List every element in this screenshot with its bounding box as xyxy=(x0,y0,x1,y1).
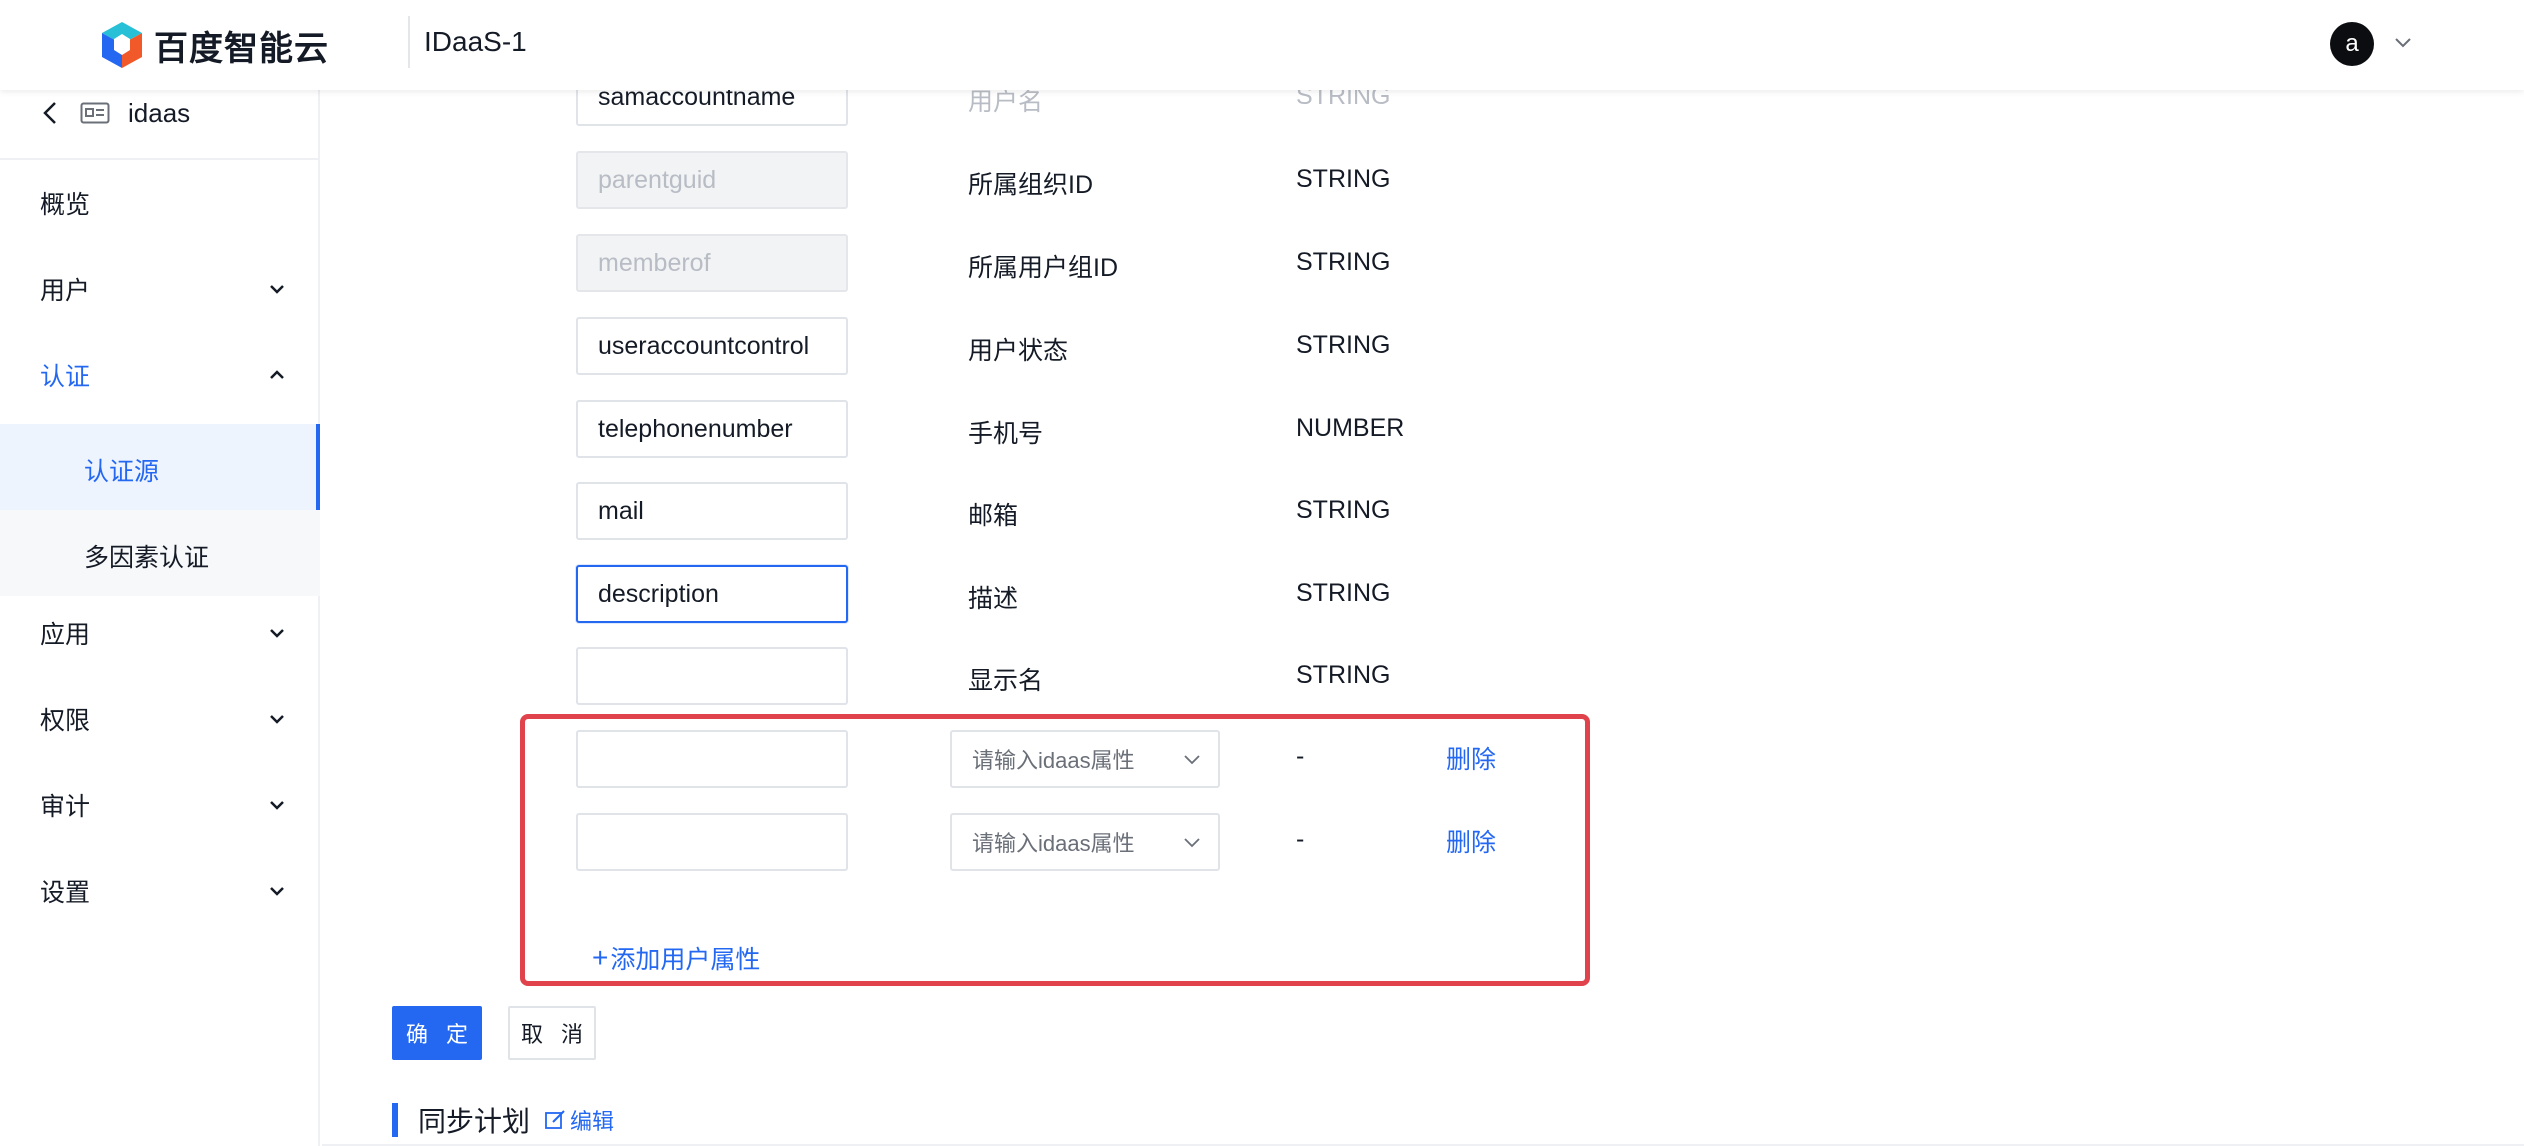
attr-type: STRING xyxy=(1296,331,1391,359)
mapping-row: memberof 所属用户组ID STRING xyxy=(322,234,1622,294)
attr-type: STRING xyxy=(1296,661,1391,689)
sidebar-item-users[interactable]: 用户 xyxy=(0,246,318,332)
idaas-attr-select[interactable]: 请输入idaas属性 xyxy=(950,813,1220,871)
ldap-attr-input[interactable] xyxy=(576,730,848,788)
mapping-row: useraccountcontrol 用户状态 STRING xyxy=(322,317,1622,377)
sidebar-item-apps[interactable]: 应用 xyxy=(0,590,318,676)
attr-type: - xyxy=(1296,742,1305,770)
select-placeholder: 请输入idaas属性 xyxy=(972,748,1135,773)
sidebar-title: idaas xyxy=(128,97,191,128)
idaas-attr-label: 手机号 xyxy=(968,420,1044,448)
ldap-attr-input[interactable]: useraccountcontrol xyxy=(576,317,848,375)
brand-logo[interactable]: 百度智能云 xyxy=(98,20,329,70)
plus-icon: + xyxy=(592,942,609,973)
active-indicator xyxy=(316,424,320,510)
ldap-attr-input[interactable]: samaccountname xyxy=(576,90,848,126)
chevron-down-icon xyxy=(270,715,284,724)
edit-icon xyxy=(545,1110,565,1129)
sidebar-back[interactable]: idaas xyxy=(40,98,190,128)
sidebar-item-auth[interactable]: 认证 xyxy=(0,332,318,418)
sidebar-item-mfa[interactable]: 多因素认证 xyxy=(0,510,320,596)
mapping-row: mail 邮箱 STRING xyxy=(322,482,1622,542)
idaas-attr-label: 所属组织ID xyxy=(968,171,1094,199)
back-arrow-icon[interactable] xyxy=(40,100,62,126)
confirm-button[interactable]: 确 定 xyxy=(392,1006,482,1060)
idaas-attr-label: 用户状态 xyxy=(968,337,1069,365)
idaas-attr-label: 邮箱 xyxy=(968,502,1019,530)
custom-mapping-row: 请输入idaas属性 - 删除 xyxy=(322,730,1622,790)
avatar[interactable]: a xyxy=(2330,22,2374,66)
select-placeholder: 请输入idaas属性 xyxy=(972,831,1135,856)
section-title: 同步计划 xyxy=(418,1106,531,1137)
edit-label: 编辑 xyxy=(570,1109,615,1134)
idaas-attr-label: 所属用户组ID xyxy=(968,254,1119,282)
sidebar-item-label: 认证 xyxy=(40,363,91,391)
sidebar-item-label: 设置 xyxy=(40,879,91,907)
sidebar-item-label: 审计 xyxy=(40,793,91,821)
sidebar-item-permissions[interactable]: 权限 xyxy=(0,676,318,762)
idaas-attr-select[interactable]: 请输入idaas属性 xyxy=(950,730,1220,788)
ldap-attr-input[interactable] xyxy=(576,647,848,705)
id-card-icon xyxy=(80,102,110,124)
header-divider xyxy=(408,16,410,68)
sidebar-item-label: 多因素认证 xyxy=(84,544,210,572)
mapping-row: 显示名 STRING xyxy=(322,647,1622,707)
section-accent-bar xyxy=(392,1103,398,1137)
brand-name: 百度智能云 xyxy=(154,29,329,68)
attr-type: STRING xyxy=(1296,496,1391,524)
main-content: samaccountname 用户名 STRING parentguid 所属组… xyxy=(322,90,2524,1146)
product-name: IDaaS-1 xyxy=(424,26,527,57)
mapping-row: samaccountname 用户名 STRING xyxy=(322,90,1622,128)
mapping-row: parentguid 所属组织ID STRING xyxy=(322,151,1622,211)
chevron-down-icon xyxy=(1184,838,1200,848)
attr-type: NUMBER xyxy=(1296,414,1405,442)
sidebar-item-label: 应用 xyxy=(40,621,91,649)
chevron-up-icon xyxy=(270,370,284,379)
delete-link[interactable]: 删除 xyxy=(1446,823,1496,859)
sidebar-item-label: 用户 xyxy=(40,277,91,305)
ldap-attr-input[interactable]: description xyxy=(576,565,848,623)
idaas-attr-label: 描述 xyxy=(968,585,1019,613)
sidebar-item-overview[interactable]: 概览 xyxy=(0,160,318,246)
sidebar-item-label: 认证源 xyxy=(84,458,160,486)
attr-type: STRING xyxy=(1296,579,1391,607)
delete-link[interactable]: 删除 xyxy=(1446,740,1496,776)
chevron-down-icon xyxy=(270,801,284,810)
mapping-row: description 描述 STRING xyxy=(322,565,1622,625)
chevron-down-icon xyxy=(270,629,284,638)
cancel-button[interactable]: 取 消 xyxy=(508,1006,596,1060)
sidebar: idaas 概览 用户 认证 认证源 多因素认证 应用 权限 审计 设置 xyxy=(0,90,320,1146)
baidu-cloud-logo-icon xyxy=(102,22,142,68)
chevron-down-icon xyxy=(270,285,284,294)
edit-link[interactable]: 编辑 xyxy=(544,1104,614,1136)
attr-type: STRING xyxy=(1296,165,1391,193)
add-attribute-label: 添加用户属性 xyxy=(610,946,761,974)
idaas-attr-label: 显示名 xyxy=(968,667,1044,695)
ldap-attr-input[interactable]: telephonenumber xyxy=(576,400,848,458)
ldap-attr-input: parentguid xyxy=(576,151,848,209)
custom-mapping-row: 请输入idaas属性 - 删除 xyxy=(322,813,1622,873)
chevron-down-icon xyxy=(270,887,284,896)
mapping-row: telephonenumber 手机号 NUMBER xyxy=(322,400,1622,460)
ldap-attr-input[interactable] xyxy=(576,813,848,871)
sidebar-item-label: 权限 xyxy=(40,707,91,735)
top-bar: 百度智能云 IDaaS-1 a xyxy=(0,0,2524,90)
sidebar-item-settings[interactable]: 设置 xyxy=(0,848,318,934)
attr-type: - xyxy=(1296,825,1305,853)
attr-type: STRING xyxy=(1296,90,1391,110)
ldap-attr-input[interactable]: mail xyxy=(576,482,848,540)
add-user-attribute-button[interactable]: + 添加用户属性 xyxy=(592,940,760,976)
chevron-down-icon[interactable] xyxy=(2392,32,2414,54)
sidebar-item-auth-source[interactable]: 认证源 xyxy=(0,424,320,510)
idaas-attr-label: 用户名 xyxy=(968,90,1044,116)
ldap-attr-input: memberof xyxy=(576,234,848,292)
chevron-down-icon xyxy=(1184,755,1200,765)
sidebar-item-label: 概览 xyxy=(40,191,91,219)
attr-type: STRING xyxy=(1296,248,1391,276)
sync-plan-section: 同步计划 编辑 xyxy=(392,1100,614,1140)
sidebar-item-audit[interactable]: 审计 xyxy=(0,762,318,848)
